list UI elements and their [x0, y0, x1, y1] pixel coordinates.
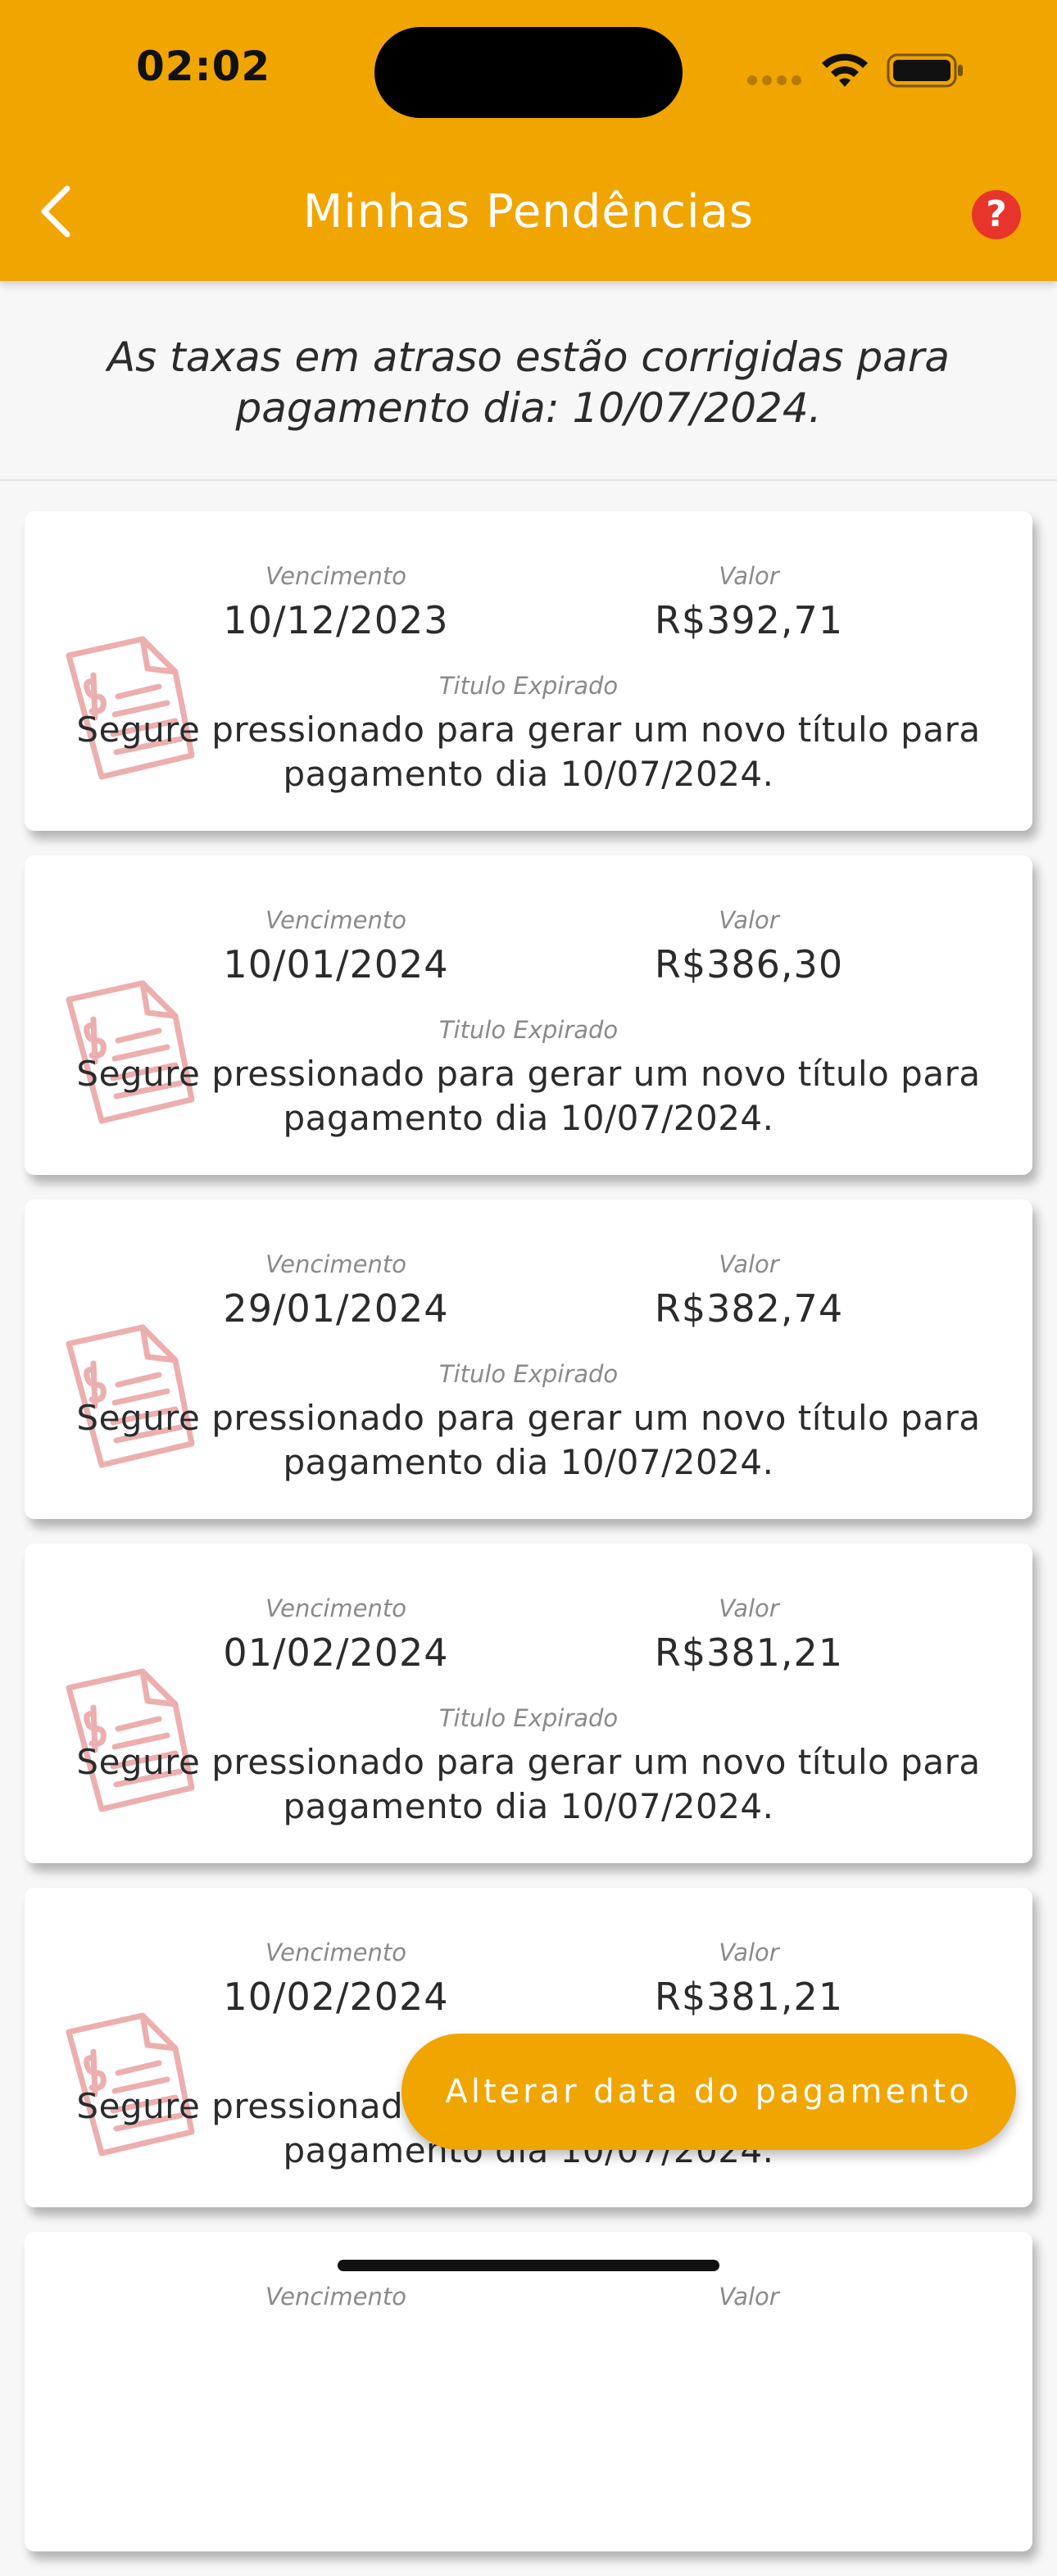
- wifi-icon: [822, 53, 868, 87]
- page-title: Minhas Pendências: [302, 185, 755, 238]
- value-label: Valor: [719, 1939, 779, 1966]
- due-label: Vencimento: [265, 1939, 406, 1966]
- app-header: 02:02 Minhas Pendências ?: [0, 0, 1057, 281]
- status-time: 02:02: [136, 43, 271, 90]
- value-label: Valor: [719, 906, 779, 934]
- status-label: Titulo Expirado: [438, 1704, 619, 1732]
- battery-icon: [887, 53, 963, 88]
- due-label: Vencimento: [265, 1594, 406, 1622]
- value-label: Valor: [719, 1594, 779, 1622]
- bill-card[interactable]: Vencimento 10/12/2023 Valor R$392,71 Titul…: [25, 511, 1032, 831]
- bill-value: R$386,30: [654, 942, 844, 986]
- due-date: 10/01/2024: [223, 942, 449, 986]
- value-label: Valor: [719, 562, 779, 590]
- due-label: Vencimento: [265, 906, 406, 934]
- bill-value: R$381,21: [654, 1975, 844, 2019]
- due-label: Vencimento: [265, 562, 406, 590]
- bill-value: R$392,71: [654, 598, 844, 642]
- bill-message: Segure pressionado para gerar um novo tí…: [76, 1054, 981, 1138]
- due-date: 10/02/2024: [223, 1975, 449, 2019]
- due-date: 01/02/2024: [223, 1630, 449, 1675]
- status-label: Titulo Expirado: [438, 672, 619, 700]
- help-button[interactable]: ?: [972, 190, 1021, 239]
- value-label: Valor: [719, 1250, 779, 1278]
- bill-card[interactable]: Vencimento 01/02/2024 Valor R$381,21 Titul…: [25, 1544, 1032, 1863]
- due-label: Vencimento: [265, 1250, 406, 1278]
- due-date: 10/12/2023: [223, 598, 449, 642]
- change-payment-date-button[interactable]: Alterar data do pagamento: [401, 2034, 1016, 2150]
- bill-card-partial[interactable]: Vencimento Valor: [25, 2232, 1032, 2551]
- status-label: Titulo Expirado: [438, 1360, 619, 1388]
- due-date: 29/01/2024: [223, 1286, 449, 1331]
- bill-message: Segure pressionado para gerar um novo tí…: [76, 1398, 981, 1482]
- bill-value: R$382,74: [654, 1286, 844, 1331]
- bill-value: R$381,21: [654, 1630, 844, 1675]
- overdue-notice: As taxas em atraso estão corrigidas para…: [0, 281, 1057, 481]
- value-label: Valor: [719, 2283, 779, 2311]
- bill-message: Segure pressionado para gerar um novo tí…: [76, 1742, 981, 1826]
- bill-message: Segure pressionado para gerar um novo tí…: [76, 710, 981, 794]
- cellular-signal-icon: [747, 75, 805, 87]
- status-label: Titulo Expirado: [438, 1016, 619, 1044]
- dynamic-island: [374, 27, 683, 118]
- bill-card[interactable]: Vencimento 10/01/2024 Valor R$386,30 Titul…: [25, 855, 1032, 1175]
- home-indicator[interactable]: [338, 2260, 719, 2271]
- due-label: Vencimento: [265, 2283, 406, 2311]
- notice-text: As taxas em atraso estão corrigidas para…: [107, 333, 950, 432]
- bill-card[interactable]: Vencimento 29/01/2024 Valor R$382,74 Titul…: [25, 1200, 1032, 1519]
